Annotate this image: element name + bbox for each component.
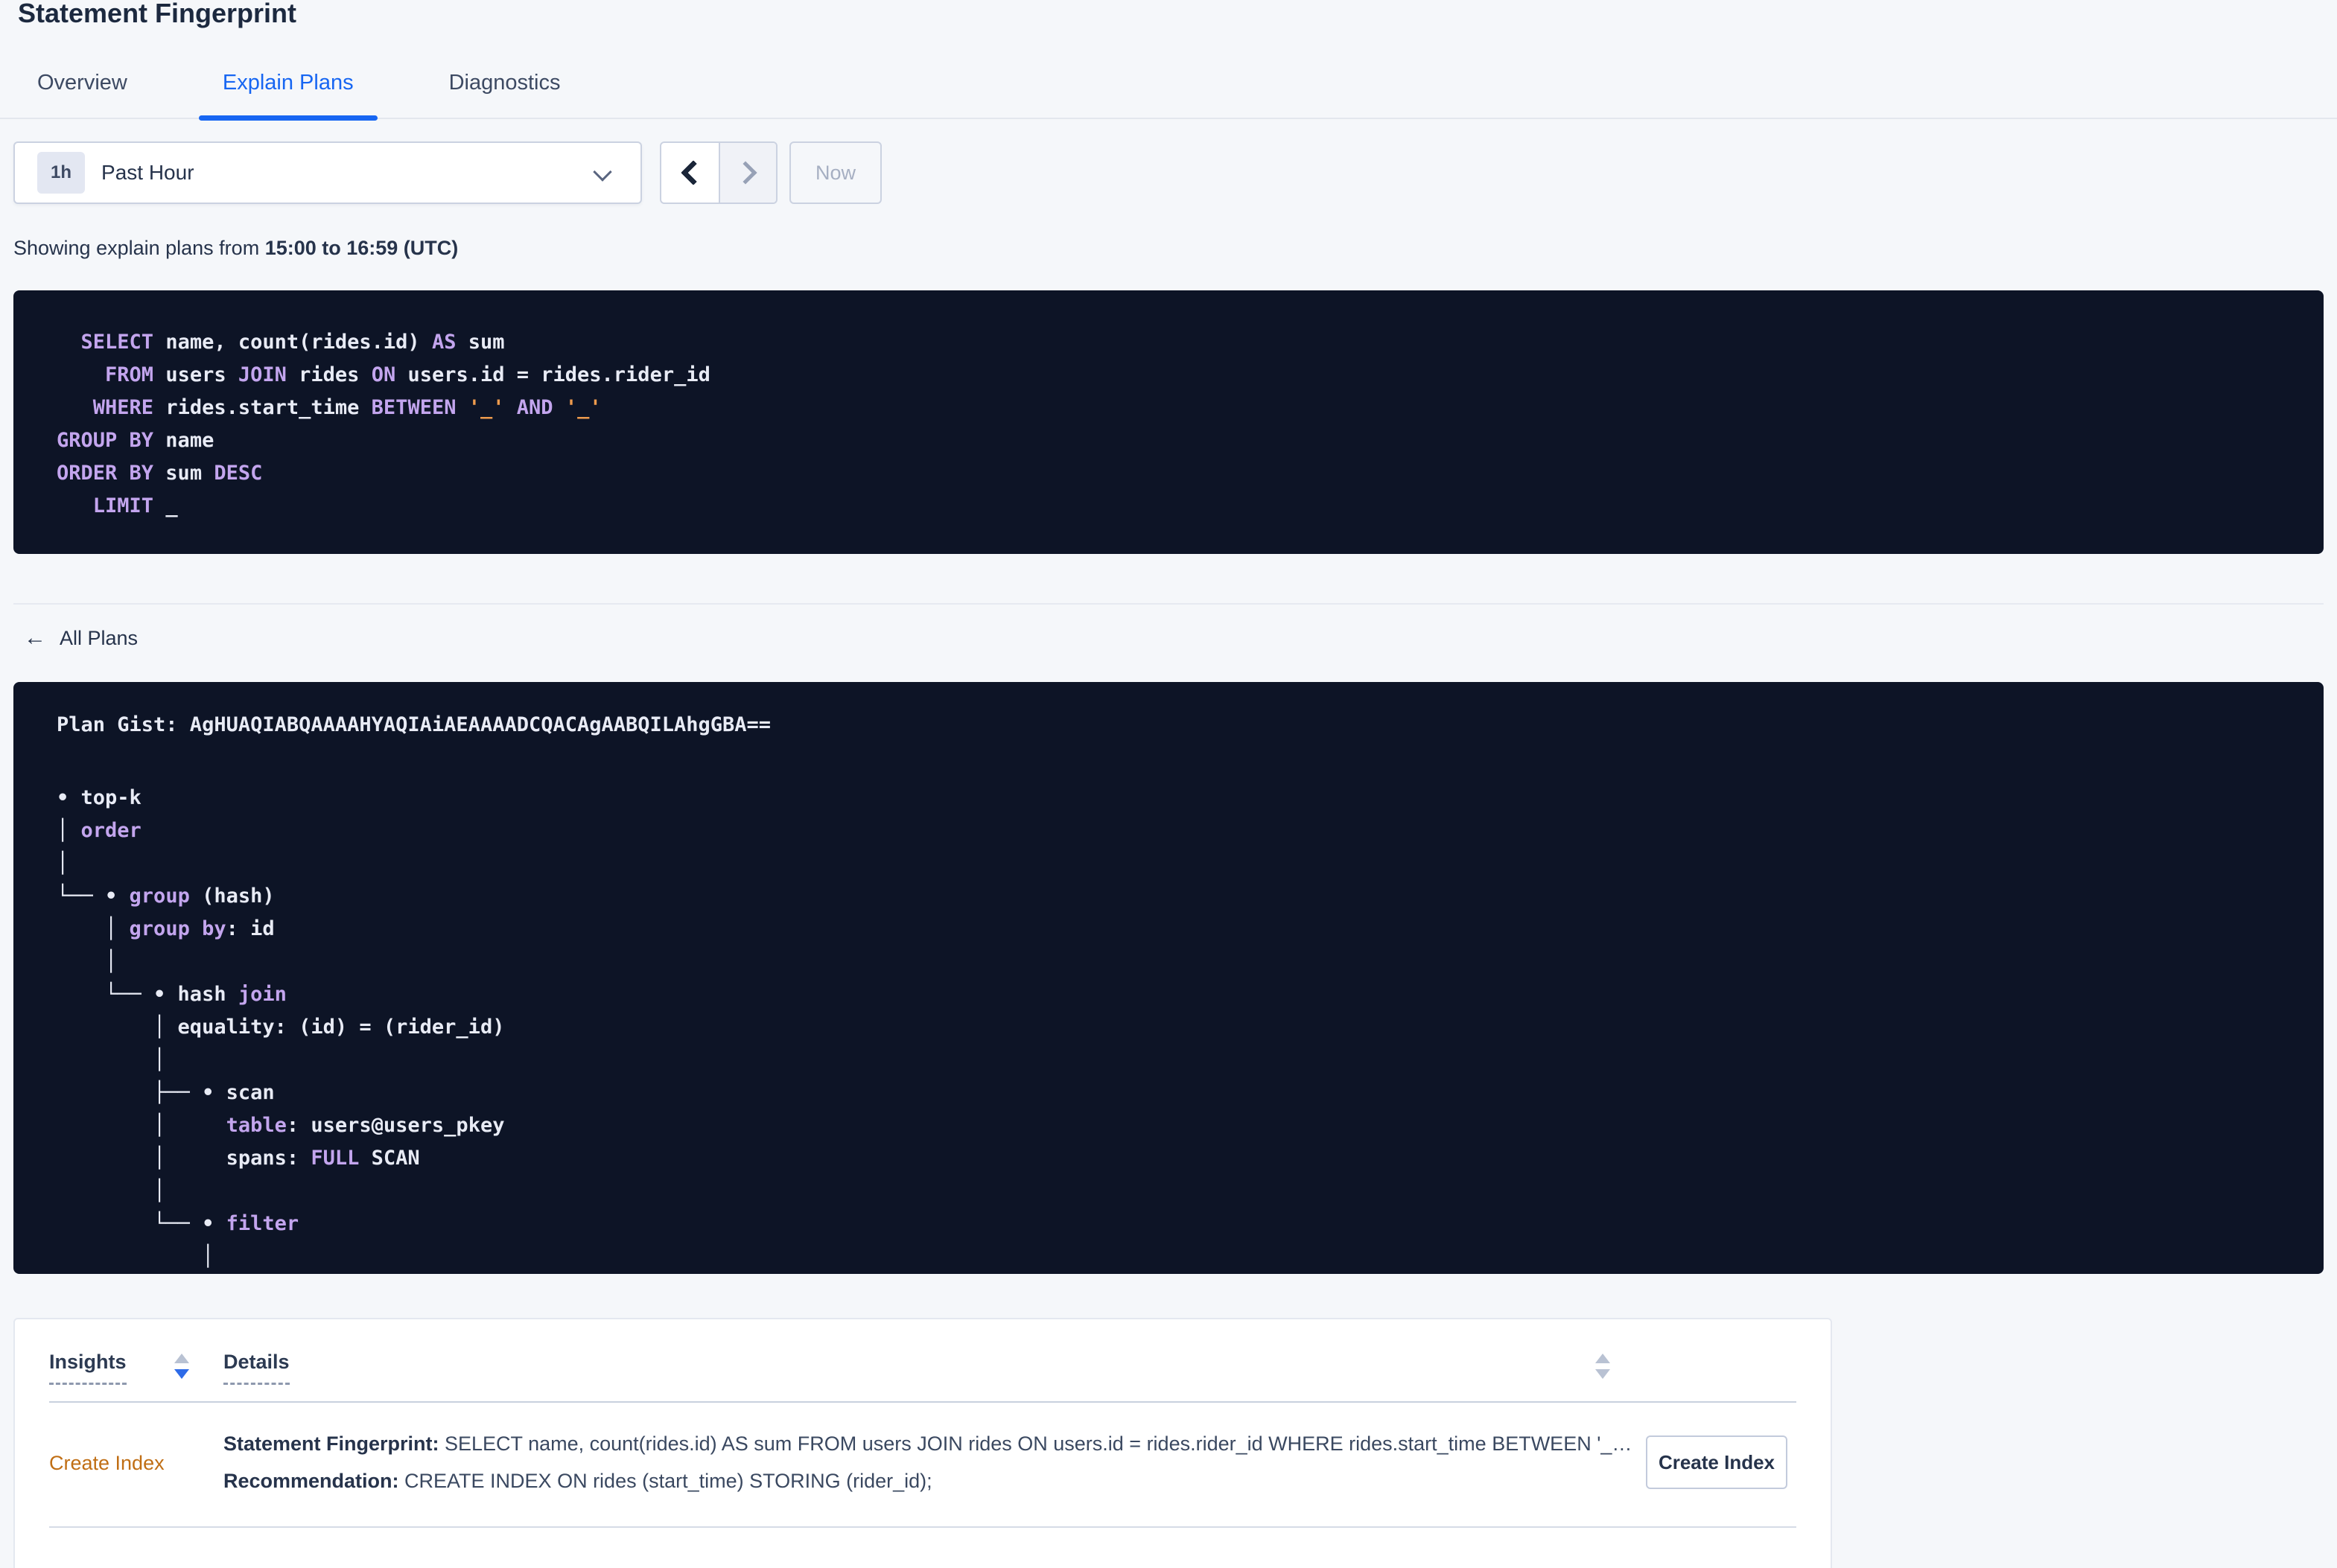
sort-up-triangle [174,1354,189,1363]
chevron-right-icon [733,161,757,185]
time-range-summary: Showing explain plans from 15:00 to 16:5… [13,237,458,260]
insights-table-card: Insights Details Create Index Statement … [13,1318,1832,1568]
tab-overview[interactable]: Overview [13,48,151,118]
plan-gist-line: Plan Gist: AgHUAQIABQAAAAHYAQIAiAEAAAADC… [57,713,772,736]
table-row-divider [49,1526,1796,1528]
detail-label: Recommendation: [223,1470,399,1492]
all-plans-label: All Plans [60,626,139,649]
chevron-left-icon [680,160,706,185]
create-index-button[interactable]: Create Index [1646,1435,1787,1489]
time-range-badge: 1h [37,152,86,194]
time-range-summary-prefix: Showing explain plans from [13,237,265,259]
time-controls: 1h Past Hour Now [13,141,882,204]
previous-interval-button[interactable] [661,143,719,203]
plan-tree: • top-k │ order │ └── • group (hash) │ grou… [57,786,505,1268]
tab-explain-plans[interactable]: Explain Plans [198,48,378,121]
sort-down-triangle [174,1369,189,1379]
sort-icon-details[interactable] [1595,1354,1610,1379]
detail-text: SELECT name, count(rides.id) AS sum FROM… [439,1432,1632,1455]
table-header-divider [49,1401,1796,1403]
sort-up-triangle [1595,1354,1610,1363]
plan-gist-block: Plan Gist: AgHUAQIABQAAAAHYAQIAiAEAAAADC… [13,682,2324,1274]
tab-bar: Overview Explain Plans Diagnostics [0,48,2337,121]
time-range-label: Past Hour [101,161,194,184]
detail-line-statement: Statement Fingerprint: SELECT name, coun… [223,1425,1632,1462]
section-divider [13,603,2324,605]
sort-down-triangle [1595,1369,1610,1379]
all-plans-back-link[interactable]: ← All Plans [24,625,138,651]
now-button[interactable]: Now [789,141,882,204]
plan-gist-spacer [57,742,2324,774]
column-header-insights[interactable]: Insights [49,1351,127,1385]
chevron-down-icon [593,162,612,182]
insight-type-link[interactable]: Create Index [49,1452,165,1475]
tab-diagnostics[interactable]: Diagnostics [425,48,585,118]
detail-line-recommendation: Recommendation: CREATE INDEX ON rides (s… [223,1462,1632,1500]
insight-details: Statement Fingerprint: SELECT name, coun… [223,1425,1632,1500]
detail-label: Statement Fingerprint: [223,1432,439,1455]
sort-icon-insights[interactable] [174,1354,189,1379]
next-interval-button[interactable] [719,143,776,203]
detail-text: CREATE INDEX ON rides (start_time) STORI… [398,1470,932,1492]
back-arrow-icon: ← [24,625,46,650]
column-header-details[interactable]: Details [223,1351,290,1385]
time-range-dropdown[interactable]: 1h Past Hour [13,141,642,204]
time-range-summary-range: 15:00 to 16:59 (UTC) [264,237,459,259]
sql-statement-block: SELECT name, count(rides.id) AS sum FROM… [13,290,2324,554]
page-title: Statement Fingerprint [18,0,297,28]
time-pager [660,141,778,204]
